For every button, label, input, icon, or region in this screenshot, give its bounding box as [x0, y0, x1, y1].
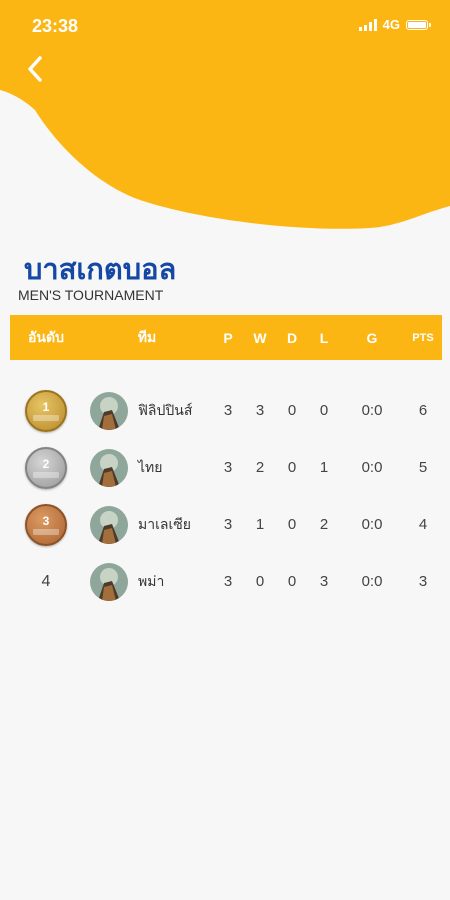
- cell-goals: 0:0: [361, 402, 383, 419]
- cell-points: 4: [418, 516, 428, 533]
- team-avatar: [90, 505, 128, 544]
- cell-won: 2: [255, 459, 265, 476]
- gold-medal-icon: 1: [25, 389, 67, 432]
- status-bar: 23:38 4G: [0, 0, 450, 52]
- silver-medal-icon: 2: [25, 446, 67, 489]
- network-label: 4G: [382, 17, 400, 32]
- header-points: PTS: [412, 331, 434, 344]
- rank-number: 4: [41, 572, 51, 590]
- header-goals: G: [366, 329, 378, 346]
- team-name: มาเลเซีย: [138, 515, 191, 532]
- cell-drawn: 0: [287, 516, 297, 533]
- header-won: W: [253, 329, 267, 346]
- table-row[interactable]: 1 ฟิลิปปินส์ 3 3 0 0 0:0 6: [10, 382, 442, 439]
- back-button[interactable]: [22, 53, 50, 85]
- cell-goals: 0:0: [361, 573, 383, 590]
- signal-icon: [358, 18, 377, 31]
- standings-table: อันดับ ทีม P W D L G PTS 1 ฟิลิปปินส์ 3 …: [10, 315, 442, 610]
- status-time: 23:38: [32, 16, 79, 36]
- team-name: ไทย: [138, 458, 163, 475]
- header-lost: L: [319, 329, 329, 346]
- team-name: ฟิลิปปินส์: [138, 401, 193, 418]
- cell-lost: 2: [319, 516, 329, 533]
- chevron-left-icon: [28, 56, 42, 82]
- table-header: อันดับ ทีม P W D L G PTS: [10, 315, 442, 360]
- header-drawn: D: [286, 329, 298, 346]
- cell-drawn: 0: [287, 459, 297, 476]
- cell-played: 3: [223, 459, 233, 476]
- team-name: พม่า: [138, 572, 165, 589]
- cell-lost: 1: [319, 459, 329, 476]
- cell-drawn: 0: [287, 402, 297, 419]
- cell-drawn: 0: [287, 573, 297, 590]
- team-avatar: [90, 562, 128, 601]
- cell-points: 5: [418, 459, 428, 476]
- cell-won: 3: [255, 402, 265, 419]
- cell-won: 1: [255, 516, 265, 533]
- team-avatar: [90, 391, 128, 430]
- header-rank: อันดับ: [28, 328, 64, 345]
- cell-goals: 0:0: [361, 516, 383, 533]
- cell-won: 0: [255, 573, 265, 590]
- cell-played: 3: [223, 516, 233, 533]
- cell-played: 3: [223, 573, 233, 590]
- cell-goals: 0:0: [361, 459, 383, 476]
- cell-points: 3: [418, 573, 428, 590]
- page-title: บาสเกตบอล: [24, 254, 177, 286]
- table-row[interactable]: 3 มาเลเซีย 3 1 0 2 0:0 4: [10, 496, 442, 553]
- header-team: ทีม: [137, 328, 157, 345]
- battery-icon: [406, 19, 431, 30]
- page-subtitle: MEN'S TOURNAMENT: [18, 287, 164, 303]
- cell-lost: 0: [319, 402, 329, 419]
- cell-lost: 3: [319, 573, 329, 590]
- cell-points: 6: [418, 402, 428, 419]
- status-icons: 4G: [358, 17, 431, 32]
- table-row[interactable]: 4 พม่า 3 0 0 3 0:0 3: [10, 553, 442, 610]
- team-avatar: [90, 448, 128, 487]
- bronze-medal-icon: 3: [25, 503, 67, 546]
- cell-played: 3: [223, 402, 233, 419]
- header-played: P: [223, 329, 233, 346]
- table-row[interactable]: 2 ไทย 3 2 0 1 0:0 5: [10, 439, 442, 496]
